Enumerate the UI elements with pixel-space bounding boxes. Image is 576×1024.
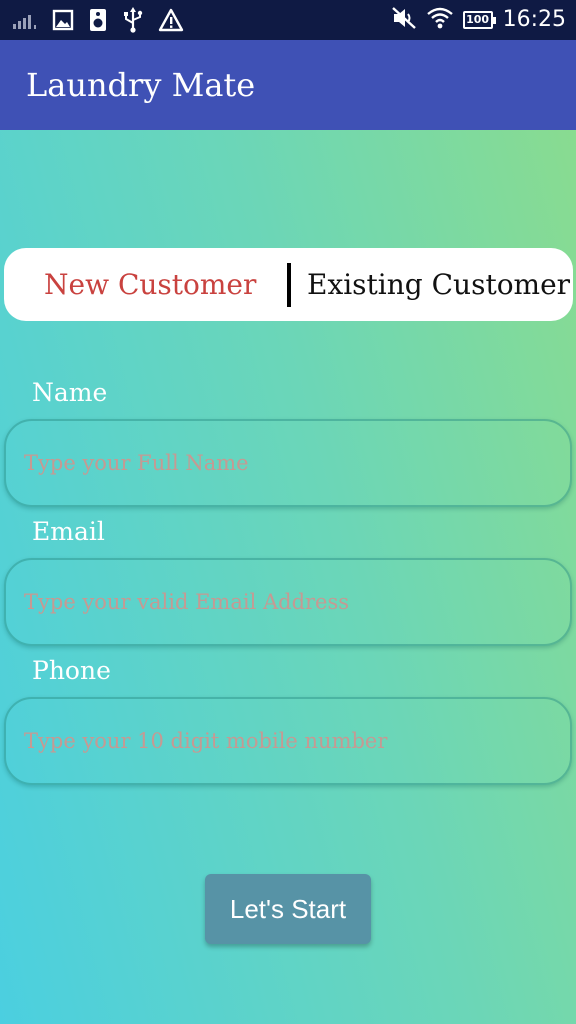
- wifi-icon: [426, 7, 453, 33]
- new-customer-tab[interactable]: New Customer: [44, 268, 256, 301]
- status-bar: 100 16:25: [0, 0, 576, 40]
- battery-icon: 100: [462, 11, 496, 29]
- speaker-icon: [88, 8, 108, 36]
- email-input[interactable]: [24, 560, 554, 644]
- email-field-box: [4, 558, 572, 646]
- status-bar-right: 100 16:25: [391, 6, 566, 34]
- mute-icon: [391, 6, 417, 34]
- email-label: Email: [32, 517, 105, 546]
- name-input[interactable]: [24, 421, 554, 505]
- lets-start-button[interactable]: Let's Start: [205, 874, 371, 944]
- phone-label: Phone: [32, 656, 111, 685]
- name-label: Name: [32, 378, 108, 407]
- status-bar-left: [12, 7, 184, 37]
- existing-customer-tab[interactable]: Existing Customer: [307, 268, 570, 301]
- name-field-box: [4, 419, 572, 507]
- screen: 100 16:25 Laundry Mate New Customer Exis…: [0, 0, 576, 1024]
- warning-icon: [158, 8, 184, 36]
- phone-field-box: [4, 697, 572, 785]
- phone-input[interactable]: [24, 699, 554, 783]
- image-icon: [52, 9, 74, 35]
- signal-icon: [12, 10, 38, 34]
- customer-type-toggle: New Customer Existing Customer: [4, 248, 573, 321]
- usb-icon: [122, 7, 144, 37]
- app-title: Laundry Mate: [26, 66, 256, 104]
- app-bar: Laundry Mate: [0, 40, 576, 130]
- toggle-divider: [287, 263, 291, 307]
- status-time: 16:25: [502, 7, 566, 32]
